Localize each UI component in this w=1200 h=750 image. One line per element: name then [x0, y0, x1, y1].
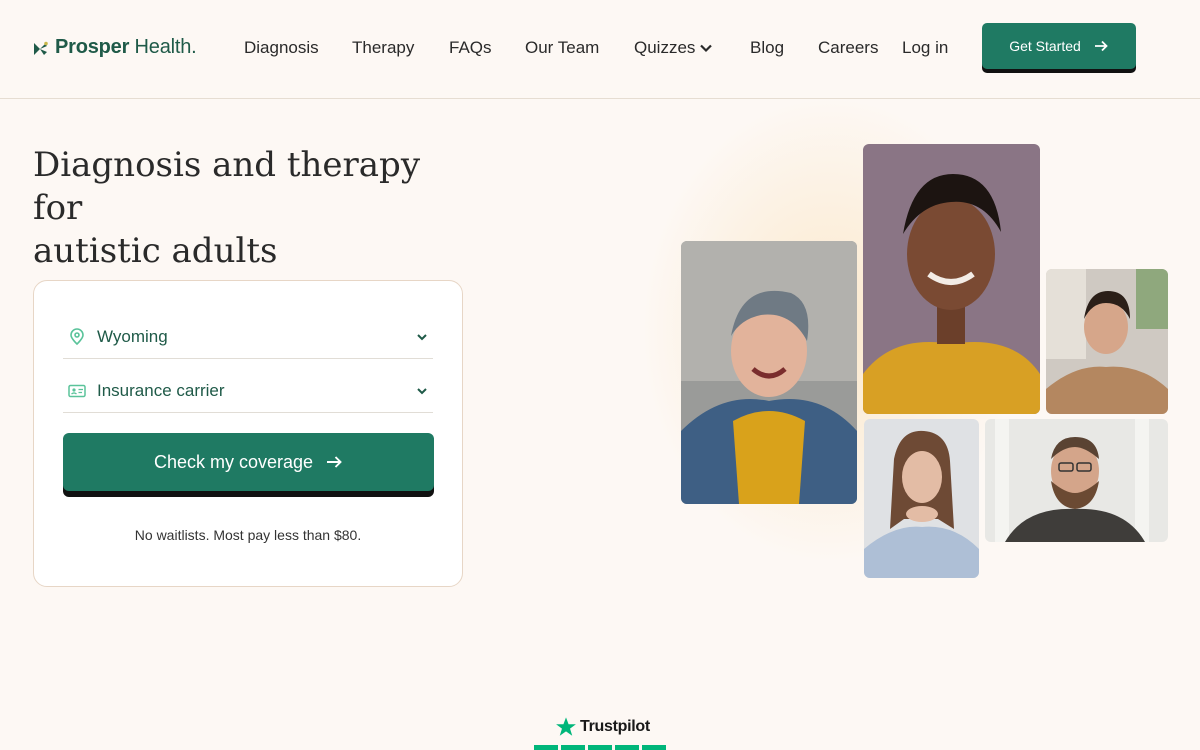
patient-photo-3: [1046, 269, 1168, 414]
patient-photo-2: [863, 144, 1040, 414]
check-coverage-label: Check my coverage: [153, 451, 314, 472]
hero-title-line-2: autistic adults: [33, 231, 278, 271]
get-started-button[interactable]: Get Started: [982, 23, 1136, 69]
nav-item-faqs[interactable]: FAQs: [449, 38, 492, 58]
nav-item-diagnosis[interactable]: Diagnosis: [244, 38, 319, 58]
insurance-carrier-placeholder: Insurance carrier: [97, 380, 225, 400]
patient-photo-5: [985, 419, 1168, 542]
trustpilot-label: Trustpilot: [580, 718, 650, 735]
chevron-down-icon: [417, 333, 427, 340]
rating-star: [588, 745, 612, 750]
rating-star: [561, 745, 585, 750]
brand-name-rest: Health.: [129, 36, 197, 58]
hero-title-line-1: Diagnosis and therapy for: [33, 145, 421, 228]
prosper-leaf-logo-icon: [33, 40, 49, 56]
state-select[interactable]: Wyoming: [63, 315, 433, 359]
nav-item-quizzes-label: Quizzes: [634, 38, 696, 57]
rating-star: [642, 745, 666, 750]
coverage-note: No waitlists. Most pay less than $80.: [134, 527, 362, 543]
chevron-down-icon: [417, 387, 427, 394]
patient-photo-1: [681, 241, 857, 504]
nav-item-log-in[interactable]: Log in: [902, 38, 948, 58]
brand-logo[interactable]: Prosper Health.: [33, 36, 197, 59]
hero-title: Diagnosis and therapy for autistic adult…: [33, 144, 463, 273]
state-select-value: Wyoming: [97, 326, 168, 346]
rating-star: [615, 745, 639, 750]
nav-item-therapy[interactable]: Therapy: [352, 38, 414, 58]
trustpilot-rating-stars: [534, 745, 666, 750]
rating-star: [534, 745, 558, 750]
location-pin-icon: [67, 327, 87, 347]
coverage-card: Wyoming Insurance carrier Check my cover…: [33, 280, 463, 587]
nav-item-quizzes[interactable]: Quizzes: [634, 38, 713, 58]
insurance-carrier-select[interactable]: Insurance carrier: [63, 369, 433, 413]
star-icon: [556, 717, 576, 736]
brand-name-bold: Prosper: [55, 36, 130, 58]
site-header: Prosper Health. Diagnosis Therapy FAQs O…: [0, 0, 1200, 99]
arrow-right-icon: [327, 456, 342, 468]
id-card-icon: [67, 381, 87, 401]
chevron-down-icon: [700, 44, 713, 53]
nav-item-careers[interactable]: Careers: [818, 38, 878, 58]
patient-photo-4: [864, 419, 979, 578]
trustpilot-badge[interactable]: Trustpilot: [555, 716, 650, 738]
nav-item-blog[interactable]: Blog: [750, 38, 784, 58]
nav-item-our-team[interactable]: Our Team: [525, 38, 599, 58]
get-started-label: Get Started: [1009, 38, 1081, 54]
arrow-right-icon: [1094, 40, 1108, 52]
check-coverage-button[interactable]: Check my coverage: [63, 433, 434, 491]
